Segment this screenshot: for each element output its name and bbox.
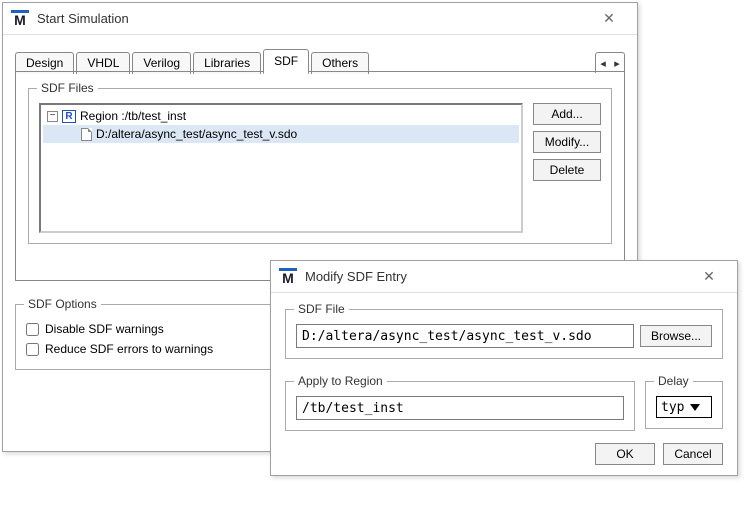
tab-scroll-controls: ◂ ▸ [595,52,625,73]
tree-file-row[interactable]: D:/altera/async_test/async_test_v.sdo [43,125,519,143]
sdf-options-group: SDF Options Disable SDF warnings Reduce … [15,304,285,370]
window-title: Start Simulation [37,11,589,26]
titlebar: M Start Simulation ✕ [3,3,637,35]
disable-sdf-warnings-row[interactable]: Disable SDF warnings [26,319,274,339]
close-icon[interactable]: ✕ [689,264,729,290]
region-label-prefix: Region : [80,109,125,123]
tree-file-label: D:/altera/async_test/async_test_v.sdo [96,127,297,141]
delay-value: typ [661,400,684,415]
disable-sdf-warnings-label: Disable SDF warnings [45,322,164,336]
add-button[interactable]: Add... [533,103,601,125]
delay-legend: Delay [654,374,693,388]
tab-panel-sdf: SDF Files − R Region : /tb/test_inst D:/… [15,71,625,281]
delay-group: Delay typ [645,381,723,429]
delete-button[interactable]: Delete [533,159,601,181]
tab-sdf[interactable]: SDF [263,49,309,74]
browse-button[interactable]: Browse... [640,325,712,347]
ok-button[interactable]: OK [595,443,655,465]
sdf-files-group: SDF Files − R Region : /tb/test_inst D:/… [28,88,612,244]
modify-button[interactable]: Modify... [533,131,601,153]
delay-select[interactable]: typ [656,396,712,418]
disable-sdf-warnings-checkbox[interactable] [26,323,39,336]
reduce-sdf-errors-checkbox[interactable] [26,343,39,356]
region-label-path: /tb/test_inst [125,109,186,123]
sdf-file-input[interactable] [296,324,634,348]
chevron-down-icon [690,404,700,411]
tab-scroll-left-icon[interactable]: ◂ [596,57,610,70]
tab-scroll-right-icon[interactable]: ▸ [610,57,624,70]
sdf-files-tree[interactable]: − R Region : /tb/test_inst D:/altera/asy… [39,103,523,233]
apply-region-legend: Apply to Region [294,374,387,388]
region-icon: R [62,110,76,123]
sdf-file-legend: SDF File [294,302,349,316]
apply-region-input[interactable] [296,396,624,420]
collapse-icon[interactable]: − [47,111,58,122]
modify-sdf-entry-dialog: M Modify SDF Entry ✕ SDF File Browse... … [270,260,738,476]
tree-region-row[interactable]: − R Region : /tb/test_inst [43,107,519,125]
close-icon[interactable]: ✕ [589,6,629,32]
file-icon [81,128,92,141]
apply-region-group: Apply to Region [285,381,635,431]
sdf-file-group: SDF File Browse... [285,309,723,359]
dialog-title: Modify SDF Entry [305,269,689,284]
reduce-sdf-errors-label: Reduce SDF errors to warnings [45,342,213,356]
app-logo-icon: M [279,268,297,286]
sdf-files-legend: SDF Files [37,81,98,95]
dialog-titlebar: M Modify SDF Entry ✕ [271,261,737,293]
cancel-button[interactable]: Cancel [663,443,723,465]
app-logo-icon: M [11,10,29,28]
tab-bar: Design VHDL Verilog Libraries SDF Others… [15,47,625,73]
sdf-options-legend: SDF Options [24,297,101,311]
reduce-sdf-errors-row[interactable]: Reduce SDF errors to warnings [26,339,274,359]
sdf-files-button-column: Add... Modify... Delete [533,103,601,233]
